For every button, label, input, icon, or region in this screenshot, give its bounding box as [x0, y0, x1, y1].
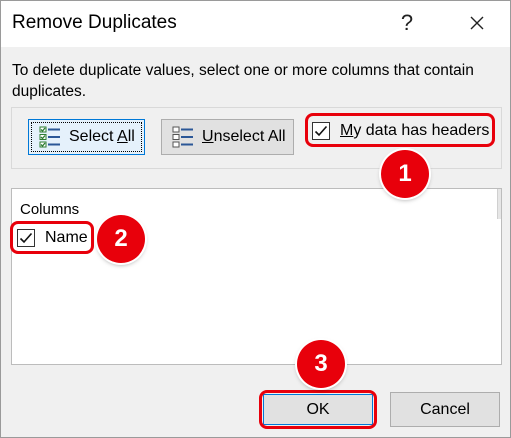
callout-badge-2: 2: [97, 215, 145, 263]
dialog-title: Remove Duplicates: [12, 12, 177, 33]
unselect-all-button[interactable]: Unselect All: [161, 119, 294, 155]
title-bar: Remove Duplicates ?: [1, 1, 510, 47]
unselect-all-label: Unselect All: [202, 128, 286, 146]
select-all-label-post: ll: [127, 128, 135, 145]
select-all-icon: [39, 126, 60, 148]
select-all-label: Select All: [69, 128, 135, 146]
help-button[interactable]: ?: [391, 7, 423, 39]
unselect-all-icon: [172, 126, 193, 148]
highlight-name-column: [10, 221, 94, 254]
columns-list[interactable]: Columns Name: [11, 188, 502, 365]
remove-duplicates-dialog: Remove Duplicates ? To delete duplicate …: [0, 0, 511, 438]
columns-header: Columns: [20, 201, 80, 218]
close-button[interactable]: [461, 7, 493, 39]
cancel-button[interactable]: Cancel: [390, 392, 500, 427]
highlight-headers-checkbox: [305, 113, 495, 147]
unselect-all-label-post: nselect All: [213, 128, 286, 145]
columns-scrollbar[interactable]: [497, 189, 501, 219]
dialog-description: To delete duplicate values, select one o…: [12, 62, 474, 100]
select-all-accesskey: A: [117, 128, 128, 145]
callout-badge-3: 3: [297, 340, 345, 388]
highlight-ok-button: [259, 390, 377, 429]
close-icon: [470, 16, 484, 30]
callout-badge-1: 1: [381, 150, 429, 198]
select-all-button[interactable]: Select All: [28, 119, 145, 155]
unselect-all-accesskey: U: [202, 128, 214, 145]
select-all-label-pre: Select: [69, 128, 118, 145]
